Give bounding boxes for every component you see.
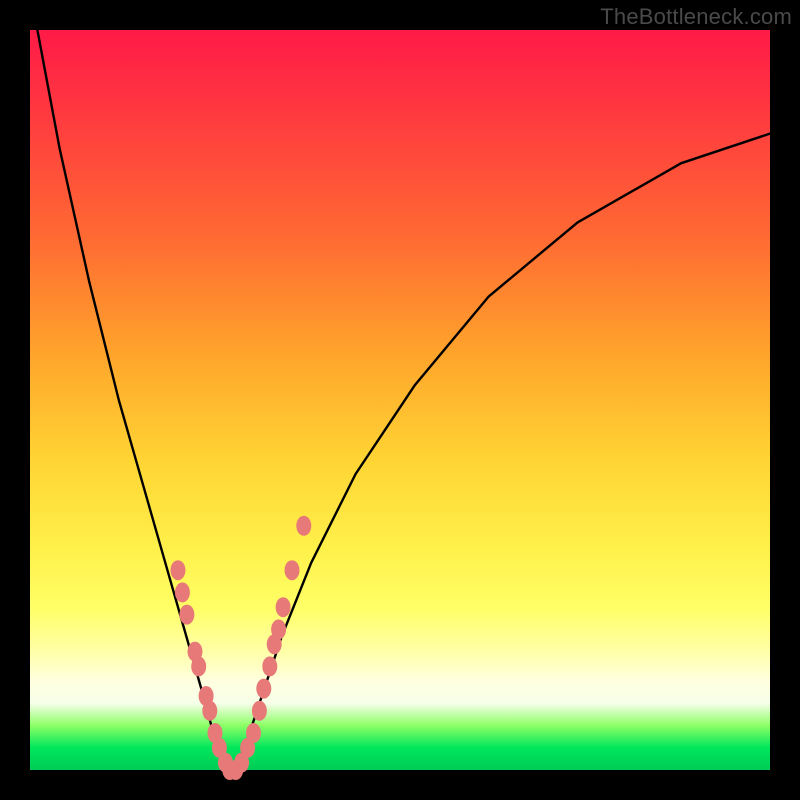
curve-layer [30, 30, 770, 770]
curve-marker [246, 723, 261, 743]
curve-marker [179, 605, 194, 625]
curve-marker [171, 560, 186, 580]
curve-marker [271, 619, 286, 639]
chart-frame: TheBottleneck.com [0, 0, 800, 800]
bottleneck-curve-path [37, 30, 770, 770]
curve-marker [262, 656, 277, 676]
watermark-text: TheBottleneck.com [600, 4, 792, 30]
curve-marker [252, 701, 267, 721]
bottleneck-curve [37, 30, 770, 770]
plot-area [30, 30, 770, 770]
curve-marker [285, 560, 300, 580]
curve-marker [276, 597, 291, 617]
curve-marker [175, 582, 190, 602]
curve-marker [202, 701, 217, 721]
curve-marker [296, 516, 311, 536]
marker-group [171, 516, 312, 780]
curve-marker [256, 679, 271, 699]
curve-marker [191, 656, 206, 676]
